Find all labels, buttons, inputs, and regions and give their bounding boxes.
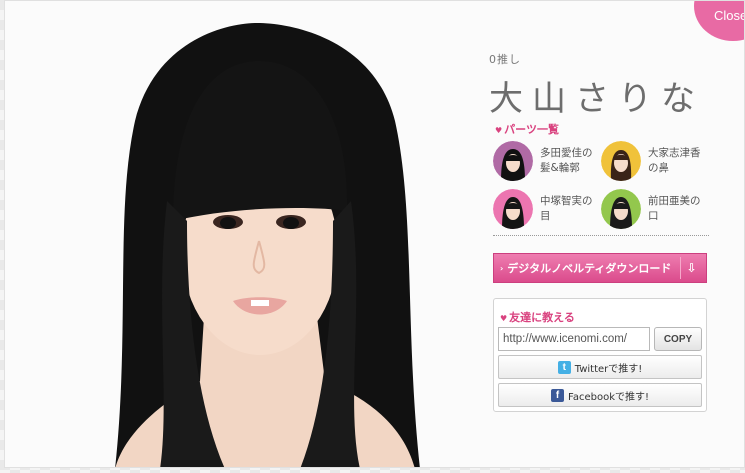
share-url-input[interactable] bbox=[498, 327, 650, 351]
heart-icon: ♥ bbox=[500, 314, 508, 323]
member-name: 大山さりな bbox=[489, 79, 704, 119]
facebook-share-button[interactable]: f Facebookで推す! bbox=[498, 383, 702, 407]
avatar-icon bbox=[493, 189, 533, 229]
close-label: Close bbox=[714, 8, 745, 23]
twitter-share-button[interactable]: t Twitterで推す! bbox=[498, 355, 702, 379]
oshi-count: 0推し bbox=[489, 53, 521, 66]
share-heading: ♥ 友達に教える bbox=[500, 309, 575, 325]
part-thumbnail bbox=[601, 189, 641, 229]
share-box: ♥友達に教える COPY t Twitterで推す! f Facebookで推す… bbox=[493, 298, 707, 412]
part-thumbnail bbox=[493, 189, 533, 229]
download-icon: ⇩ bbox=[680, 257, 702, 279]
facebook-icon: f bbox=[551, 388, 564, 402]
divider bbox=[493, 235, 709, 236]
download-button[interactable]: › デジタルノベルティダウンロード ⇩ bbox=[493, 253, 707, 283]
avatar-icon bbox=[601, 189, 641, 229]
parts-heading: ♥ パーツ一覧 bbox=[495, 121, 559, 137]
heart-icon: ♥ bbox=[495, 126, 503, 135]
part-item-eyes[interactable]: 中塚智実の目 bbox=[493, 187, 601, 231]
chevron-right-icon: › bbox=[500, 263, 504, 273]
copy-button[interactable]: COPY bbox=[654, 327, 702, 351]
member-info-panel: 0推し 大山さりな ♥ パーツ一覧 多田愛佳の髪&輪郭 大家志津香の鼻 中塚智実の… bbox=[489, 1, 719, 467]
share-heading-text: 友達に教える bbox=[509, 311, 575, 324]
facebook-label: Facebookで推す! bbox=[568, 391, 649, 403]
part-label: 前田亜美の口 bbox=[648, 195, 701, 222]
part-label: 中塚智実の目 bbox=[540, 195, 593, 222]
member-portrait bbox=[75, 1, 495, 467]
avatar-icon bbox=[493, 141, 533, 181]
part-item-mouth[interactable]: 前田亜美の口 bbox=[601, 187, 709, 231]
part-item-nose[interactable]: 大家志津香の鼻 bbox=[601, 139, 709, 183]
part-thumbnail bbox=[493, 141, 533, 181]
twitter-icon: t bbox=[557, 360, 571, 374]
modal-dialog: Close 0推し 大山さりな ♥ パーツ一覧 多田愛佳の髪&輪郭 大家志津香の… bbox=[4, 0, 745, 468]
download-label: デジタルノベルティダウンロード bbox=[507, 262, 672, 275]
part-thumbnail bbox=[601, 141, 641, 181]
avatar-icon bbox=[601, 141, 641, 181]
portrait-image bbox=[115, 23, 420, 467]
part-label: 多田愛佳の髪&輪郭 bbox=[540, 147, 593, 174]
part-item-hair[interactable]: 多田愛佳の髪&輪郭 bbox=[493, 139, 601, 183]
parts-heading-text: パーツ一覧 bbox=[504, 123, 559, 136]
twitter-label: Twitterで推す! bbox=[574, 363, 643, 375]
part-label: 大家志津香の鼻 bbox=[648, 147, 701, 174]
